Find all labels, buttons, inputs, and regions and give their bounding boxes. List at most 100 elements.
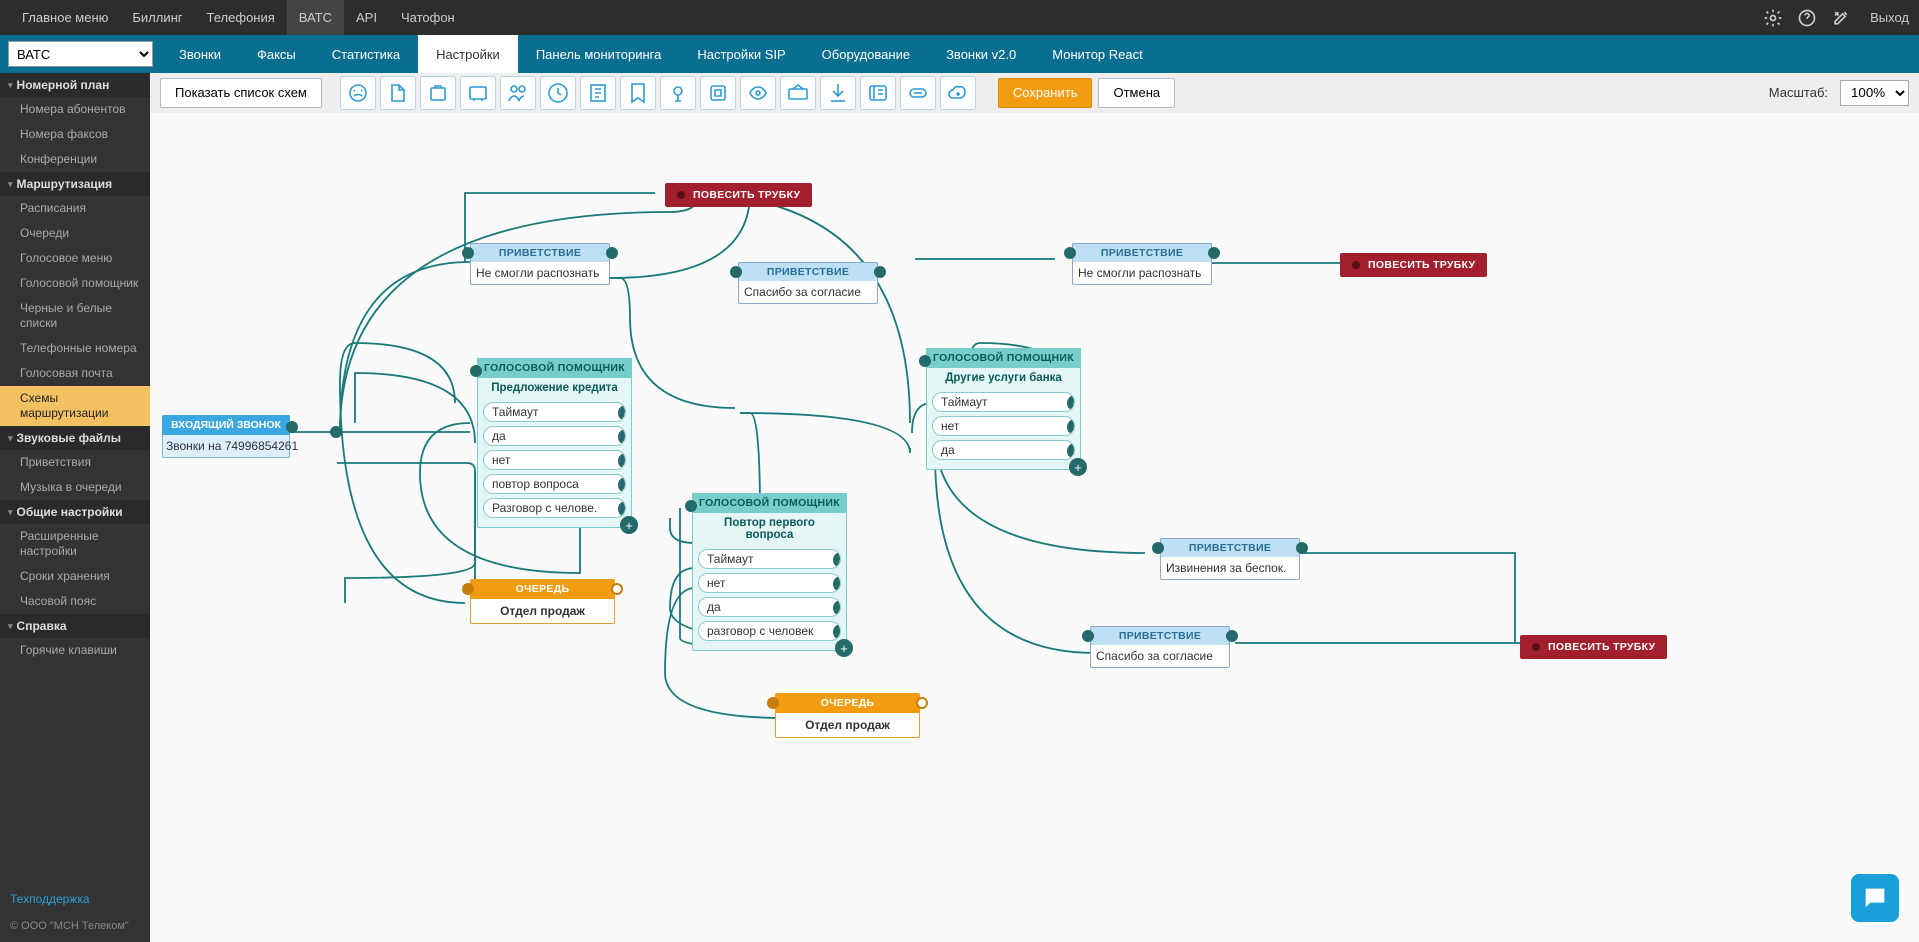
help-icon[interactable] <box>1794 5 1820 31</box>
top-menu-item[interactable]: Главное меню <box>10 0 120 35</box>
logout-link[interactable]: Выход <box>1870 10 1909 25</box>
topbar: Главное менюБиллингТелефонияВАТСAPIЧатоф… <box>0 0 1919 35</box>
sidebar-item[interactable]: Музыка в очереди <box>0 475 150 500</box>
cancel-button[interactable]: Отмена <box>1098 78 1175 108</box>
node-queue[interactable]: ОЧЕРЕДЬ Отдел продаж <box>470 579 615 624</box>
tools-icon[interactable] <box>1828 5 1854 31</box>
toolbar-icon-button[interactable] <box>340 76 376 110</box>
ribbon-tab[interactable]: Панель мониторинга <box>518 35 680 73</box>
assist-option[interactable]: нет <box>483 450 626 470</box>
node-voice-assistant[interactable]: ГОЛОСОВОЙ ПОМОЩНИК Другие услуги банка Т… <box>926 348 1081 470</box>
ribbon-tab[interactable]: Монитор React <box>1034 35 1161 73</box>
sidebar-item[interactable]: Конференции <box>0 147 150 172</box>
assist-option[interactable]: ТаймаутT <box>698 549 841 569</box>
sidebar-group-header[interactable]: Справка <box>0 614 150 638</box>
top-menu-item[interactable]: Телефония <box>195 0 287 35</box>
show-schemes-button[interactable]: Показать список схем <box>160 78 322 108</box>
sidebar-item[interactable]: Расширенные настройки <box>0 524 150 564</box>
toolbar-icon-button[interactable] <box>540 76 576 110</box>
ribbon-tab[interactable]: Звонки v2.0 <box>928 35 1034 73</box>
save-button[interactable]: Сохранить <box>998 78 1093 108</box>
sidebar-item[interactable]: Телефонные номера <box>0 336 150 361</box>
toolbar-icon-button[interactable] <box>940 76 976 110</box>
sidebar-item[interactable]: Очереди <box>0 221 150 246</box>
toolbar-icon-button[interactable] <box>740 76 776 110</box>
toolbar-icon-button[interactable] <box>780 76 816 110</box>
toolbar-icon-button[interactable] <box>500 76 536 110</box>
toolbar-icon-button[interactable] <box>700 76 736 110</box>
toolbar-icon-button[interactable] <box>380 76 416 110</box>
node-queue[interactable]: ОЧЕРЕДЬ Отдел продаж <box>775 693 920 738</box>
toolbar-icon-button[interactable] <box>620 76 656 110</box>
ribbon-tab[interactable]: Статистика <box>314 35 418 73</box>
toolbar-icon-button[interactable] <box>860 76 896 110</box>
sidebar-item[interactable]: Номера абонентов <box>0 97 150 122</box>
assist-option[interactable]: да <box>483 426 626 446</box>
sidebar-item[interactable]: Горячие клавиши <box>0 638 150 663</box>
sidebar-group-header[interactable]: Общие настройки <box>0 500 150 524</box>
sidebar-item[interactable]: Голосовой помощник <box>0 271 150 296</box>
toolbar-icon-button[interactable] <box>820 76 856 110</box>
top-menu-item[interactable]: Чатофон <box>389 0 467 35</box>
chat-fab-button[interactable] <box>1851 874 1899 922</box>
node-greeting[interactable]: ПРИВЕТСТВИЕ Спасибо за согласие <box>1090 626 1230 668</box>
support-link[interactable]: Техподдержка <box>10 892 90 906</box>
assist-option[interactable]: ТаймаутT <box>483 402 626 422</box>
add-option-button[interactable]: + <box>1069 458 1087 476</box>
toolbar-icon-button[interactable] <box>580 76 616 110</box>
assist-option[interactable]: ТаймаутT <box>932 392 1075 412</box>
assist-option[interactable]: да <box>698 597 841 617</box>
ribbon-tab[interactable]: Настройки SIP <box>679 35 803 73</box>
top-menu-item[interactable]: Биллинг <box>120 0 194 35</box>
sidebar-item[interactable]: Черные и белые списки <box>0 296 150 336</box>
toolbar-icon-button[interactable] <box>660 76 696 110</box>
node-voice-assistant[interactable]: ГОЛОСОВОЙ ПОМОЩНИК Предложение кредита Т… <box>477 358 632 528</box>
sidebar-item[interactable]: Расписания <box>0 196 150 221</box>
assist-option[interactable]: повтор вопроса <box>483 474 626 494</box>
gear-icon[interactable] <box>1760 5 1786 31</box>
toolbar-icon-button[interactable] <box>420 76 456 110</box>
node-hangup[interactable]: ПОВЕСИТЬ ТРУБКУ <box>1340 253 1487 277</box>
sidebar-item[interactable]: Голосовое меню <box>0 246 150 271</box>
scale-label: Масштаб: <box>1769 85 1828 100</box>
ribbon-tab[interactable]: Настройки <box>418 35 518 73</box>
sidebar-group-header[interactable]: Маршрутизация <box>0 172 150 196</box>
add-option-button[interactable]: + <box>620 516 638 534</box>
ribbon-tab[interactable]: Звонки <box>161 35 239 73</box>
scale-select[interactable]: 100% <box>1840 80 1909 106</box>
node-greeting[interactable]: ПРИВЕТСТВИЕ Не смогли распознать <box>1072 243 1212 285</box>
node-greeting[interactable]: ПРИВЕТСТВИЕ Не смогли распознать <box>470 243 610 285</box>
assist-option[interactable]: разговор с человек <box>698 621 841 641</box>
toolbar: Показать список схем Сохранить Отмена Ма… <box>150 73 1919 113</box>
node-hangup[interactable]: ПОВЕСИТЬ ТРУБКУ <box>665 183 812 207</box>
assist-option[interactable]: нет <box>932 416 1075 436</box>
assist-option[interactable]: нет <box>698 573 841 593</box>
top-menu-item[interactable]: API <box>344 0 389 35</box>
toolbar-icon-button[interactable] <box>460 76 496 110</box>
sidebar-item[interactable]: Часовой пояс <box>0 589 150 614</box>
sidebar-item[interactable]: Номера факсов <box>0 122 150 147</box>
toolbar-icon-button[interactable] <box>900 76 936 110</box>
ribbon-tab[interactable]: Оборудование <box>804 35 928 73</box>
anchor-dot[interactable] <box>330 426 342 438</box>
node-greeting[interactable]: ПРИВЕТСТВИЕ Спасибо за согласие <box>738 262 878 304</box>
sidebar-item[interactable]: Голосовая почта <box>0 361 150 386</box>
node-incoming-call[interactable]: ВХОДЯЩИЙ ЗВОНОК Звонки на 74996854261 <box>162 415 290 458</box>
assist-option[interactable]: Разговор с челове. <box>483 498 626 518</box>
node-greeting[interactable]: ПРИВЕТСТВИЕ Извинения за беспок. <box>1160 538 1300 580</box>
sidebar-group-header[interactable]: Номерной план <box>0 73 150 97</box>
sidebar-group-header[interactable]: Звуковые файлы <box>0 426 150 450</box>
flow-canvas[interactable]: ПОВЕСИТЬ ТРУБКУ ПОВЕСИТЬ ТРУБКУ ПОВЕСИТЬ… <box>150 113 1919 942</box>
sidebar-item[interactable]: Схемы маршрутизации <box>0 386 150 426</box>
vats-select[interactable]: ВАТС <box>8 41 153 67</box>
sidebar-item[interactable]: Приветствия <box>0 450 150 475</box>
top-menu-item[interactable]: ВАТС <box>287 0 344 35</box>
ribbon-tab[interactable]: Факсы <box>239 35 314 73</box>
node-hangup[interactable]: ПОВЕСИТЬ ТРУБКУ <box>1520 635 1667 659</box>
add-option-button[interactable]: + <box>835 639 853 657</box>
assist-option[interactable]: да <box>932 440 1075 460</box>
workspace: Показать список схем Сохранить Отмена Ма… <box>150 73 1919 942</box>
node-voice-assistant[interactable]: ГОЛОСОВОЙ ПОМОЩНИК Повтор первого вопрос… <box>692 493 847 651</box>
sidebar-item[interactable]: Сроки хранения <box>0 564 150 589</box>
connection-wires <box>150 113 1919 942</box>
